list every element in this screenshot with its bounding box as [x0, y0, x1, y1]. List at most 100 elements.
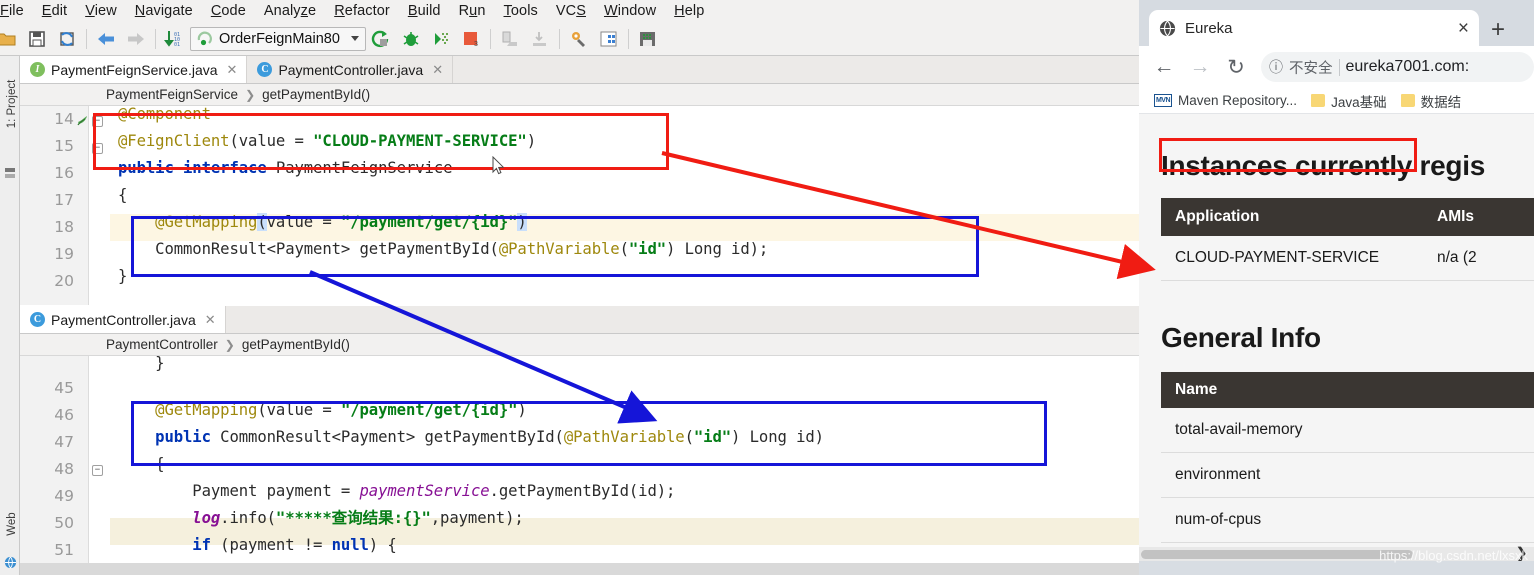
editor-tab-paymentcontroller-bottom[interactable]: C PaymentController.java ✕ — [20, 306, 226, 333]
folder-icon — [1311, 94, 1326, 107]
settings-icon[interactable] — [564, 26, 594, 52]
commit-icon[interactable] — [525, 26, 555, 52]
heading-general-info: General Info — [1161, 322, 1321, 353]
cell-application-name[interactable]: CLOUD-PAYMENT-SERVICE — [1175, 249, 1437, 267]
menu-item-window[interactable]: Window — [595, 0, 665, 22]
address-bar[interactable]: ⓘ 不安全 eureka7001.com: — [1261, 52, 1534, 82]
menu-item-analyze[interactable]: Analyze — [255, 0, 325, 22]
general-info-table: Name total-avail-memory environment num-… — [1161, 372, 1534, 543]
line-number: 51 — [54, 541, 74, 559]
editor-tab-paymentfeignservice[interactable]: I PaymentFeignService.java ✕ — [20, 56, 248, 83]
open-folder-icon[interactable] — [0, 26, 22, 52]
line-number: 46 — [54, 406, 74, 424]
debug-icon[interactable] — [396, 26, 426, 52]
menu-item-help[interactable]: Help — [665, 0, 713, 22]
bookmark-data-structures[interactable]: 数据结 — [1394, 91, 1469, 111]
bookmark-label: 数据结 — [1420, 94, 1462, 110]
url-text: eureka7001.com: — [1345, 58, 1470, 75]
instances-table: Application AMIs CLOUD-PAYMENT-SERVICE n… — [1161, 198, 1534, 281]
chrome-browser-window: Eureka × + ← → ↻ ⓘ 不安全 eureka7001.com: M… — [1139, 0, 1534, 575]
menu-item-refactor[interactable]: Refactor — [325, 0, 399, 22]
new-tab-button[interactable]: + — [1491, 18, 1505, 42]
close-icon[interactable]: ✕ — [205, 312, 216, 328]
project-structure-icon[interactable] — [594, 26, 624, 52]
menu-item-code[interactable]: Code — [202, 0, 255, 22]
code-line: { — [118, 186, 128, 204]
line-number: 16 — [54, 164, 74, 182]
breadcrumb-class[interactable]: PaymentController — [106, 337, 218, 352]
mvn-icon: MVN — [1154, 94, 1172, 107]
column-header-amis: AMIs — [1437, 208, 1475, 225]
svg-text:01: 01 — [174, 42, 180, 48]
update-project-icon[interactable] — [495, 26, 525, 52]
code-line: public interface PaymentFeignService — [118, 159, 453, 177]
reload-icon[interactable]: ↻ — [1219, 50, 1253, 84]
menu-item-tools[interactable]: Tools — [495, 0, 547, 22]
save-all-icon[interactable] — [22, 26, 52, 52]
forward-icon[interactable]: → — [1183, 50, 1217, 84]
back-icon[interactable]: ← — [1147, 50, 1181, 84]
editor-tab-paymentcontroller[interactable]: C PaymentController.java ✕ — [247, 56, 454, 83]
breadcrumb-class[interactable]: PaymentFeignService — [106, 87, 238, 102]
database-icon[interactable] — [633, 26, 663, 52]
bean-marker-icon[interactable] — [76, 112, 89, 126]
breadcrumb-method[interactable]: getPaymentById() — [242, 337, 350, 352]
breadcrumb-bottom: PaymentController ❯ getPaymentById() — [20, 334, 1150, 356]
code-line: CommonResult<Payment> getPaymentById(@Pa… — [118, 240, 769, 258]
code-area-top[interactable]: 14 15 16 17 18 19 20 − − @Component @Fei… — [20, 106, 1150, 305]
menu-item-file[interactable]: File — [0, 0, 33, 22]
class-icon: C — [257, 62, 273, 77]
line-number: 49 — [54, 487, 74, 505]
info-circle-icon[interactable]: ⓘ — [1269, 57, 1283, 77]
bookmark-label: Java基础 — [1331, 94, 1387, 110]
code-line: log.info("*****查询结果:{}",payment); — [118, 509, 524, 527]
code-area-bottom[interactable]: 45 46 47 48 49 50 51 − } @GetMapping(val… — [20, 356, 1150, 574]
editor-pane-top: I PaymentFeignService.java ✕ C PaymentCo… — [20, 56, 1150, 306]
stop-icon[interactable]: 3 — [456, 26, 486, 52]
fold-marker[interactable]: − — [92, 143, 103, 154]
line-number: 50 — [54, 514, 74, 532]
compile-icon[interactable]: 01 10 01 — [160, 26, 190, 52]
close-icon[interactable]: × — [1458, 19, 1469, 38]
eureka-page-content: Instances currently regis Application AM… — [1139, 114, 1534, 561]
table-row: num-of-cpus — [1161, 498, 1534, 543]
forward-icon[interactable] — [121, 26, 151, 52]
toolwindow-button-web[interactable]: Web — [6, 488, 18, 560]
back-icon[interactable] — [91, 26, 121, 52]
toolbar-divider — [559, 28, 560, 49]
status-bar — [20, 563, 1170, 575]
run-configuration-selector[interactable]: OrderFeignMain80 — [190, 26, 366, 51]
toolbar-divider — [490, 28, 491, 49]
breadcrumb-top: PaymentFeignService ❯ getPaymentById() — [20, 84, 1150, 106]
chevron-down-icon[interactable] — [351, 36, 359, 41]
watermark-text: https://blog.csdn.net/lxsxk — [1379, 548, 1528, 563]
browser-tabstrip: Eureka × + — [1139, 0, 1534, 46]
browser-tab-eureka[interactable]: Eureka × — [1149, 10, 1479, 46]
menu-item-navigate[interactable]: Navigate — [126, 0, 202, 22]
web-globe-icon[interactable] — [4, 556, 17, 569]
column-header-application: Application — [1175, 208, 1260, 225]
bookmark-java-basics[interactable]: Java基础 — [1304, 91, 1394, 111]
bookmark-maven-repository[interactable]: MVN Maven Repository... — [1147, 93, 1304, 108]
toolbar-divider — [86, 28, 87, 49]
table-row: environment — [1161, 453, 1534, 498]
menu-item-build[interactable]: Build — [399, 0, 450, 22]
toolwindow-button-project[interactable]: 1: Project — [6, 68, 18, 140]
close-icon[interactable]: ✕ — [432, 62, 443, 78]
breadcrumb-method[interactable]: getPaymentById() — [262, 87, 370, 102]
code-line: @FeignClient(value = "CLOUD-PAYMENT-SERV… — [118, 132, 537, 150]
structure-icon[interactable] — [4, 166, 16, 178]
fold-marker[interactable]: − — [92, 465, 103, 476]
close-icon[interactable]: ✕ — [227, 62, 238, 78]
sync-icon[interactable] — [52, 26, 82, 52]
run-icon[interactable] — [366, 26, 396, 52]
line-number: 20 — [54, 272, 74, 290]
bookmark-label: Maven Repository... — [1178, 93, 1298, 108]
run-coverage-icon[interactable] — [426, 26, 456, 52]
menu-item-run[interactable]: Run — [450, 0, 495, 22]
scrollbar-thumb[interactable] — [1141, 550, 1413, 559]
menu-item-vcs[interactable]: VCS — [547, 0, 595, 22]
menu-item-view[interactable]: View — [76, 0, 126, 22]
fold-marker[interactable]: − — [92, 116, 103, 127]
menu-item-edit[interactable]: Edit — [33, 0, 76, 22]
